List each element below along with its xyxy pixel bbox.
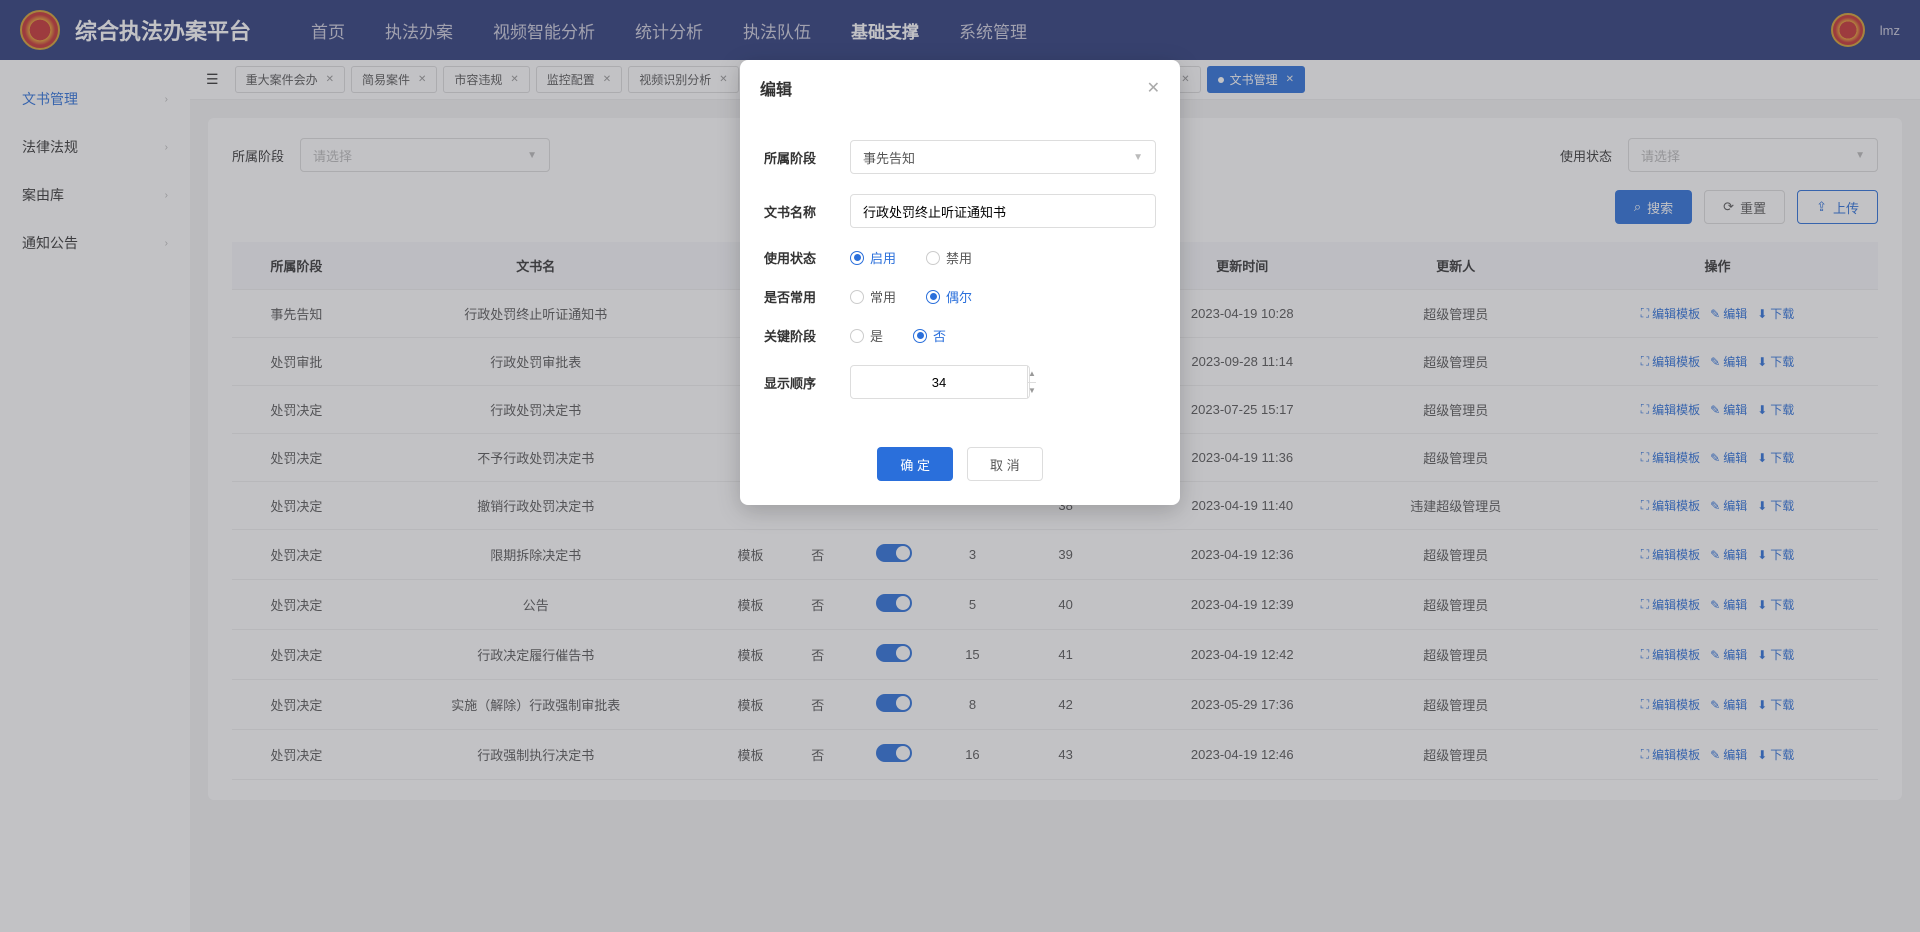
form-order-stepper[interactable]: ▲ ▼ <box>850 365 1030 399</box>
radio-icon <box>926 251 940 265</box>
modal-mask[interactable]: 编辑 ✕ 所属阶段 事先告知 ▼ 文书名称 使用状态 启用禁用 是否常用 常用偶 <box>0 0 1920 932</box>
radio-label: 常用 <box>870 287 896 306</box>
form-name-input[interactable] <box>850 194 1156 228</box>
form-name-label: 文书名称 <box>764 202 836 221</box>
chevron-down-icon: ▼ <box>1133 152 1143 163</box>
common-radio-option[interactable]: 常用 <box>850 287 896 306</box>
edit-modal: 编辑 ✕ 所属阶段 事先告知 ▼ 文书名称 使用状态 启用禁用 是否常用 常用偶 <box>740 60 1180 505</box>
status-radio-option[interactable]: 启用 <box>850 248 896 267</box>
modal-header: 编辑 ✕ <box>740 60 1180 110</box>
form-key-label: 关键阶段 <box>764 326 836 345</box>
form-common-radio-group: 常用 偶尔 <box>850 287 972 306</box>
form-status-label: 使用状态 <box>764 248 836 267</box>
form-stage-label: 所属阶段 <box>764 148 836 167</box>
form-key-radio-group: 是否 <box>850 326 946 345</box>
modal-footer: 确 定 取 消 <box>740 439 1180 505</box>
form-order-input[interactable] <box>851 366 1027 398</box>
form-stage-select[interactable]: 事先告知 ▼ <box>850 140 1156 174</box>
close-icon[interactable]: ✕ <box>1147 78 1160 98</box>
confirm-button[interactable]: 确 定 <box>877 447 953 481</box>
radio-label: 偶尔 <box>946 287 972 306</box>
form-common-label: 是否常用 <box>764 287 836 306</box>
stepper-down-icon[interactable]: ▼ <box>1028 383 1036 399</box>
radio-icon <box>850 251 864 265</box>
radio-label: 启用 <box>870 248 896 267</box>
key-radio-option[interactable]: 是 <box>850 326 883 345</box>
key-radio-option[interactable]: 否 <box>913 326 946 345</box>
radio-icon <box>850 290 864 304</box>
form-stage-value: 事先告知 <box>863 148 915 167</box>
common-radio-option[interactable]: 偶尔 <box>926 287 972 306</box>
radio-label: 否 <box>933 326 946 345</box>
form-status-radio-group: 启用 禁用 <box>850 248 972 267</box>
modal-title: 编辑 <box>760 76 792 100</box>
cancel-button[interactable]: 取 消 <box>967 447 1043 481</box>
radio-icon <box>913 329 927 343</box>
modal-body: 所属阶段 事先告知 ▼ 文书名称 使用状态 启用 禁用 是否常用 常用 偶尔 关键阶… <box>740 110 1180 439</box>
radio-icon <box>850 329 864 343</box>
radio-icon <box>926 290 940 304</box>
radio-label: 是 <box>870 326 883 345</box>
status-radio-option[interactable]: 禁用 <box>926 248 972 267</box>
radio-label: 禁用 <box>946 248 972 267</box>
form-order-label: 显示顺序 <box>764 373 836 392</box>
stepper-up-icon[interactable]: ▲ <box>1028 366 1036 383</box>
